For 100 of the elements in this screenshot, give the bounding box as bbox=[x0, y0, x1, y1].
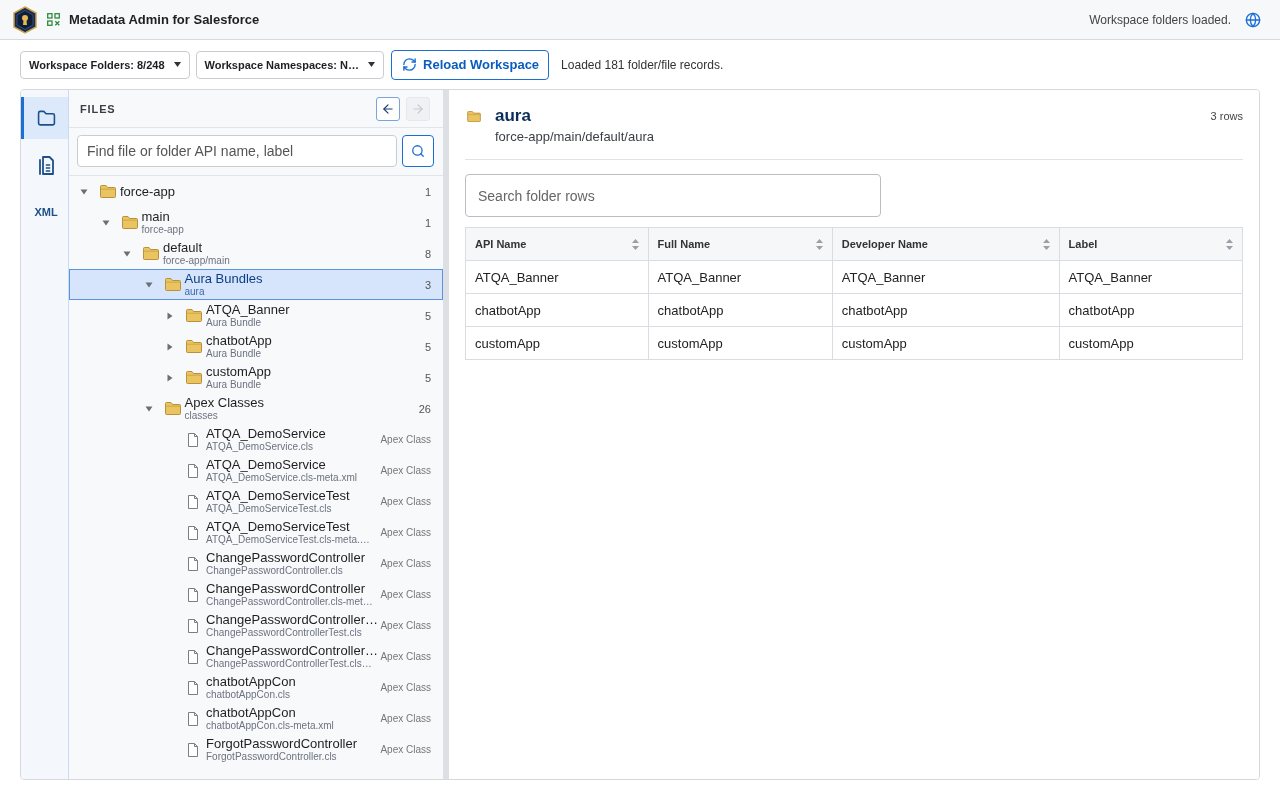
tree-item[interactable]: ChangePasswordController… ChangePasswordControllerTest.cls… Apex Class bbox=[69, 641, 443, 672]
table-cell: customApp bbox=[465, 326, 649, 360]
tree-item[interactable]: customApp Aura Bundle 5 bbox=[69, 362, 443, 393]
globe-icon[interactable] bbox=[1245, 11, 1261, 28]
item-subtitle: chatbotAppCon.cls bbox=[206, 689, 290, 700]
caret-icon bbox=[368, 62, 375, 67]
item-name: ATQA_DemoService bbox=[206, 458, 326, 472]
table-cell: chatbotApp bbox=[465, 293, 649, 327]
item-count: 1 bbox=[424, 185, 431, 198]
item-type: Apex Class bbox=[380, 682, 431, 693]
tree-item[interactable]: ForgotPasswordController ForgotPasswordController.cls Apex Class bbox=[69, 734, 443, 765]
table-cell: customApp bbox=[832, 326, 1060, 360]
item-type: Apex Class bbox=[380, 713, 431, 724]
file-icon bbox=[188, 618, 198, 633]
item-subtitle: ChangePasswordControllerTest.cls… bbox=[206, 658, 372, 669]
tree-item[interactable]: Apex Classes classes 26 bbox=[69, 393, 443, 424]
sort-icon bbox=[815, 238, 823, 250]
caret-icon[interactable] bbox=[144, 404, 153, 413]
item-count: 5 bbox=[424, 309, 431, 322]
folder-icon bbox=[164, 402, 181, 415]
folder-icon bbox=[36, 108, 56, 128]
caret-icon[interactable] bbox=[80, 187, 88, 196]
tree-item[interactable]: ATQA_DemoServiceTest ATQA_DemoServiceTest.cls-meta.… Apex Class bbox=[69, 517, 443, 548]
file-icon bbox=[188, 494, 198, 509]
tree-item[interactable]: main force-app 1 bbox=[69, 207, 443, 238]
item-name: Apex Classes bbox=[184, 396, 264, 410]
folder-path: force-app/main/default/aura bbox=[495, 129, 655, 145]
tree-item[interactable]: ATQA_DemoService ATQA_DemoService.cls Apex Class bbox=[69, 424, 443, 455]
column-header[interactable]: Developer Name bbox=[832, 227, 1060, 261]
tree-item[interactable]: ChangePasswordController… ChangePasswordControllerTest.cls Apex Class bbox=[69, 610, 443, 641]
tree-item[interactable]: chatbotApp Aura Bundle 5 bbox=[69, 331, 443, 362]
reload-button[interactable]: Reload Workspace bbox=[391, 49, 550, 80]
tree-item[interactable]: Aura Bundles aura 3 bbox=[69, 269, 443, 300]
file-icon bbox=[188, 432, 198, 447]
item-count: 5 bbox=[424, 340, 431, 353]
item-count: 8 bbox=[424, 247, 431, 260]
file-search-field[interactable]: Find file or folder API name, label bbox=[77, 135, 397, 167]
item-name: ATQA_Banner bbox=[206, 303, 290, 317]
item-type: Apex Class bbox=[380, 465, 431, 476]
tree-item[interactable]: chatbotAppCon chatbotAppCon.cls-meta.xml Apex Class bbox=[69, 703, 443, 734]
item-subtitle: ATQA_DemoServiceTest.cls-meta.… bbox=[206, 534, 370, 545]
file-icon bbox=[188, 742, 198, 757]
item-name: main bbox=[141, 210, 170, 224]
item-subtitle: force-app/main bbox=[163, 255, 230, 266]
item-name: chatbotAppCon bbox=[206, 706, 296, 720]
document-icon bbox=[38, 155, 54, 175]
column-header[interactable]: Full Name bbox=[648, 227, 833, 261]
resize-handle[interactable] bbox=[443, 90, 449, 779]
caret-icon[interactable] bbox=[101, 218, 110, 227]
caret-icon[interactable] bbox=[166, 342, 174, 351]
caret-icon[interactable] bbox=[144, 280, 153, 289]
row-search-field[interactable]: Search folder rows bbox=[465, 174, 881, 217]
rail-tab[interactable] bbox=[21, 97, 68, 139]
item-subtitle: force-app bbox=[141, 224, 184, 235]
tree-item[interactable]: default force-app/main 8 bbox=[69, 238, 443, 269]
tree-item[interactable]: ChangePasswordController ChangePasswordController.cls-met… Apex Class bbox=[69, 579, 443, 610]
item-subtitle: chatbotAppCon.cls-meta.xml bbox=[206, 720, 334, 731]
column-header[interactable]: API Name bbox=[465, 227, 649, 261]
table-cell: ATQA_Banner bbox=[648, 260, 833, 294]
caret-icon[interactable] bbox=[166, 311, 174, 320]
tree-item[interactable]: chatbotAppCon chatbotAppCon.cls Apex Class bbox=[69, 672, 443, 703]
table-cell: ATQA_Banner bbox=[832, 260, 1060, 294]
item-type: Apex Class bbox=[380, 527, 431, 538]
file-icon bbox=[188, 525, 198, 540]
filter-dropdown[interactable]: Workspace Namespaces: N… bbox=[195, 50, 384, 79]
folder-icon bbox=[143, 247, 159, 260]
table-cell: chatbotApp bbox=[1059, 293, 1243, 327]
caret-icon[interactable] bbox=[166, 373, 174, 382]
item-subtitle: Aura Bundle bbox=[206, 317, 262, 328]
back-button[interactable] bbox=[376, 96, 400, 121]
rail-tab[interactable]: XML bbox=[21, 191, 68, 233]
filter-dropdown[interactable]: Workspace Folders: 8/248 bbox=[20, 50, 190, 79]
row-count: 3 rows bbox=[1210, 110, 1243, 122]
folder-icon bbox=[186, 309, 202, 322]
tree-item[interactable]: ChangePasswordController ChangePasswordController.cls Apex Class bbox=[69, 548, 443, 579]
item-type: Apex Class bbox=[380, 620, 431, 631]
search-button[interactable] bbox=[402, 135, 434, 167]
item-name: ChangePasswordController bbox=[206, 582, 365, 596]
item-subtitle: ATQA_DemoService.cls bbox=[206, 441, 314, 452]
item-subtitle: ATQA_DemoService.cls-meta.xml bbox=[206, 472, 357, 483]
file-icon bbox=[188, 649, 198, 664]
file-icon bbox=[188, 587, 198, 602]
item-name: ForgotPasswordController bbox=[206, 737, 357, 751]
search-icon bbox=[411, 144, 425, 158]
item-count: 3 bbox=[424, 278, 431, 291]
item-type: Apex Class bbox=[380, 558, 431, 569]
tree-item[interactable]: ATQA_Banner Aura Bundle 5 bbox=[69, 300, 443, 331]
table-cell: chatbotApp bbox=[648, 293, 833, 327]
tree-item[interactable]: force-app 1 bbox=[69, 176, 443, 207]
item-name: ChangePasswordController bbox=[206, 551, 365, 565]
item-subtitle: ChangePasswordController.cls-met… bbox=[206, 596, 373, 607]
caret-icon[interactable] bbox=[123, 249, 131, 258]
table-cell: chatbotApp bbox=[832, 293, 1060, 327]
item-count: 1 bbox=[424, 216, 431, 229]
item-name: force-app bbox=[120, 184, 175, 199]
column-header[interactable]: Label bbox=[1059, 227, 1243, 261]
item-count: 26 bbox=[418, 402, 431, 415]
sort-icon bbox=[631, 238, 639, 250]
tree-item[interactable]: ATQA_DemoService ATQA_DemoService.cls-meta.xml Apex Class bbox=[69, 455, 443, 486]
tree-item[interactable]: ATQA_DemoServiceTest ATQA_DemoServiceTest.cls Apex Class bbox=[69, 486, 443, 517]
